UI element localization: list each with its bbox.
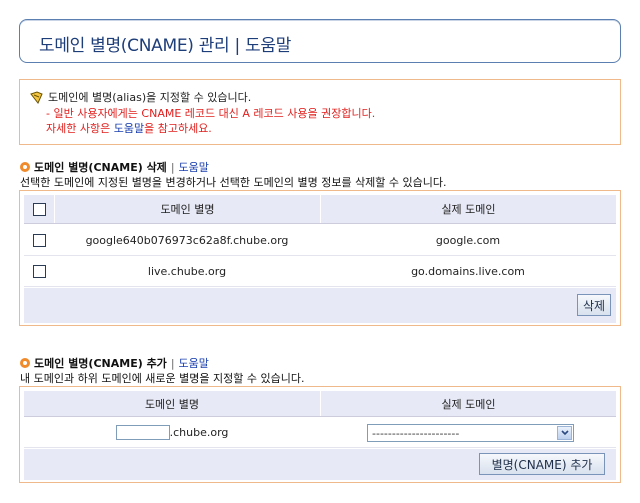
column-header-alias: 도메인 별명 — [144, 397, 200, 411]
notice-help-link[interactable]: 도움말 — [114, 122, 144, 135]
add-table-header: 도메인 별명 실제 도메인 — [24, 391, 616, 417]
page-title: 도메인 별명(CNAME) 관리 | 도움말 — [39, 36, 292, 56]
delete-section-title: 도메인 별명(CNAME) 삭제 — [34, 161, 167, 174]
delete-panel: 도메인 별명 실제 도메인 google640b076973c62a8f.chu… — [19, 190, 621, 326]
orange-bullet-icon — [20, 162, 30, 172]
delete-section-separator: | — [170, 160, 175, 174]
row-checkbox[interactable] — [32, 233, 46, 247]
alias-cell: live.chube.org — [147, 264, 227, 278]
alias-cell: google640b076973c62a8f.chube.org — [85, 233, 289, 247]
target-cell: google.com — [435, 233, 501, 247]
add-input-row: .chube.org ---------------------- — [24, 418, 616, 448]
delete-section-heading: 도메인 별명(CNAME) 삭제 | 도움말 — [20, 159, 209, 175]
add-section-description: 내 도메인과 하위 도메인에 새로운 별명을 지정할 수 있습니다. — [20, 372, 305, 385]
orange-bullet-icon — [20, 358, 30, 368]
column-header-alias: 도메인 별명 — [54, 195, 320, 223]
add-panel: 도메인 별명 실제 도메인 .chube.org ---------------… — [19, 386, 621, 483]
page-title-box: 도메인 별명(CNAME) 관리 | 도움말 — [19, 19, 621, 63]
notice-line-3: 자세한 사항은 도움말을 참고하세요. — [46, 120, 212, 136]
select-all-cell — [24, 195, 54, 223]
delete-table-header: 도메인 별명 실제 도메인 — [24, 195, 616, 224]
add-section-title: 도메인 별명(CNAME) 추가 — [34, 357, 167, 370]
delete-footer: 삭제 — [24, 288, 616, 323]
delete-button[interactable]: 삭제 — [577, 294, 611, 316]
target-cell: go.domains.live.com — [411, 264, 525, 278]
alias-input[interactable] — [115, 425, 170, 440]
add-footer: 별명(CNAME) 추가 — [24, 449, 616, 480]
notice-box: 도메인에 별명(alias)을 지정할 수 있습니다. - 일반 사용자에게는 … — [19, 79, 621, 145]
chevron-down-icon[interactable] — [557, 426, 572, 440]
add-section-heading: 도메인 별명(CNAME) 추가 | 도움말 — [20, 355, 209, 371]
notice-line-1: 도메인에 별명(alias)을 지정할 수 있습니다. — [30, 89, 251, 105]
table-row: google640b076973c62a8f.chube.org google.… — [24, 225, 616, 256]
alias-suffix: .chube.org — [169, 426, 229, 439]
notice-line-3-pre: 자세한 사항은 — [46, 122, 114, 135]
add-section-separator: | — [170, 356, 175, 370]
select-all-checkbox[interactable] — [32, 202, 46, 216]
add-section-help-link[interactable]: 도움말 — [179, 355, 209, 371]
alias-input-cell: .chube.org — [24, 418, 320, 447]
delete-section-help-link[interactable]: 도움말 — [179, 159, 209, 175]
column-header-target: 실제 도메인 — [320, 195, 616, 223]
table-row: live.chube.org go.domains.live.com — [24, 256, 616, 287]
column-header-target: 실제 도메인 — [320, 391, 616, 416]
notice-line-3-post: 을 참고하세요. — [144, 122, 212, 135]
row-checkbox[interactable] — [32, 264, 46, 278]
target-domain-select-value: ---------------------- — [372, 426, 460, 440]
pencil-note-icon — [30, 90, 43, 104]
notice-text-1: 도메인에 별명(alias)을 지정할 수 있습니다. — [48, 91, 252, 104]
add-cname-button[interactable]: 별명(CNAME) 추가 — [479, 453, 605, 475]
delete-section-description: 선택한 도메인에 지정된 별명을 변경하거나 선택한 도메인의 별명 정보를 삭… — [20, 176, 447, 189]
notice-line-2: - 일반 사용자에게는 CNAME 레코드 대신 A 레코드 사용을 권장합니다… — [46, 107, 376, 120]
target-domain-select[interactable]: ---------------------- — [367, 424, 574, 442]
